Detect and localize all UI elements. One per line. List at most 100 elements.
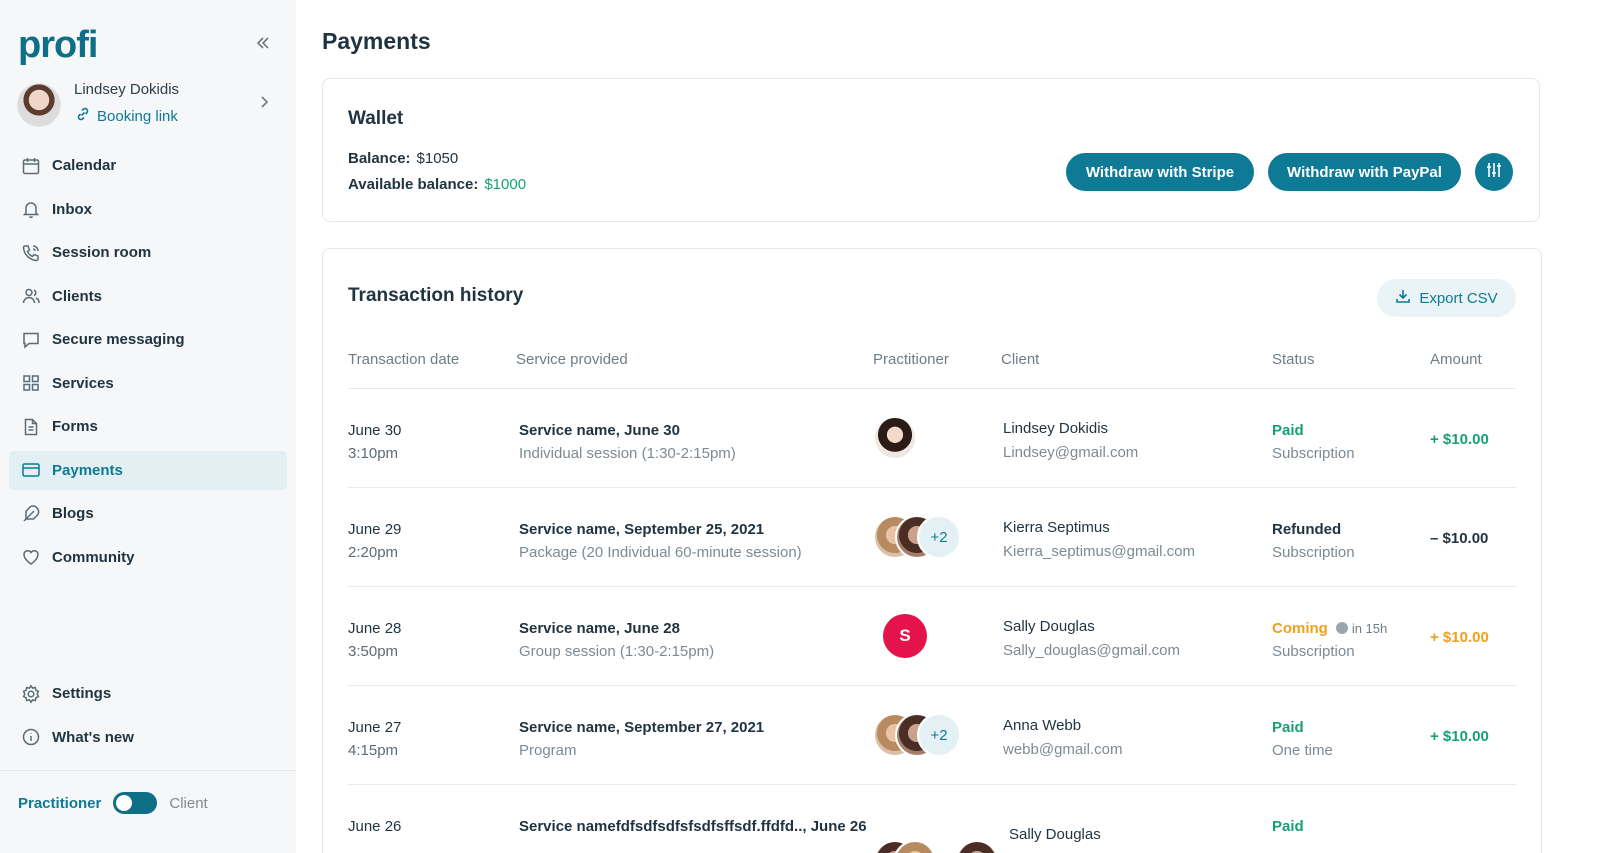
status-type: One time xyxy=(1272,742,1333,759)
role-practitioner-label[interactable]: Practitioner xyxy=(18,795,101,812)
sliders-icon xyxy=(1484,160,1504,185)
export-csv-label: Export CSV xyxy=(1419,289,1498,307)
more-practitioners-badge[interactable]: +2 xyxy=(917,515,961,559)
service-name: Service name, June 30 xyxy=(519,422,680,439)
wallet-settings-button[interactable] xyxy=(1475,153,1513,191)
sidebar-item-services[interactable]: Services xyxy=(9,364,287,403)
status-cell: Paid One time xyxy=(1272,716,1333,762)
wallet-card: Wallet Balance: $1050 Available balance: $… xyxy=(322,78,1540,222)
table-row[interactable]: June 29 2:20pm Service name, September 25… xyxy=(323,488,1543,587)
column-header-amount[interactable]: Amount xyxy=(1430,351,1482,368)
status-type: Subscription xyxy=(1272,643,1355,660)
bell-icon xyxy=(21,199,41,219)
sidebar-item-payments[interactable]: Payments xyxy=(9,450,287,490)
export-csv-button[interactable]: Export CSV xyxy=(1377,279,1516,317)
sidebar-item-label: What's new xyxy=(52,728,134,746)
status-badge: Paid xyxy=(1272,818,1304,835)
service-cell: Service namefdfsdfsdfsfsdfsffsdf.ffdfd..… xyxy=(519,815,867,838)
collapse-sidebar-icon[interactable] xyxy=(253,33,275,55)
date: June 30 xyxy=(348,422,402,439)
avatar-initial: S xyxy=(883,614,927,658)
withdraw-paypal-button[interactable]: Withdraw with PayPal xyxy=(1268,153,1461,191)
sidebar-item-inbox[interactable]: Inbox xyxy=(9,190,287,229)
heart-icon xyxy=(21,547,41,567)
sidebar-nav: Calendar Inbox Session room Clients Secu… xyxy=(9,146,287,581)
transaction-history-title: Transaction history xyxy=(348,285,524,306)
role-switch[interactable] xyxy=(113,792,158,814)
table-row[interactable]: June 30 3:10pm Service name, June 30 Indiv… xyxy=(323,389,1543,488)
table-row[interactable]: June 28 3:50pm Service name, June 28 Group… xyxy=(323,587,1543,686)
withdraw-stripe-button[interactable]: Withdraw with Stripe xyxy=(1066,153,1254,191)
gear-icon xyxy=(21,683,41,704)
client-name: Sally Douglas xyxy=(1009,826,1101,843)
service-cell: Service name, June 30 Individual session … xyxy=(519,419,736,465)
profile-card[interactable]: Lindsey Dokidis Booking link xyxy=(17,81,279,129)
sidebar-item-whats-new[interactable]: What's new xyxy=(9,718,287,757)
info-icon xyxy=(21,727,41,747)
column-header-practitioner[interactable]: Practitioner xyxy=(873,351,949,368)
transaction-date: June 29 2:20pm xyxy=(348,518,401,564)
balance-line: Balance: $1050 xyxy=(348,150,458,167)
sidebar-item-forms[interactable]: Forms xyxy=(9,407,287,446)
sidebar-item-settings[interactable]: Settings xyxy=(9,674,287,713)
sidebar-item-session-room[interactable]: Session room xyxy=(9,233,287,272)
service-cell: Service name, September 27, 2021 Program xyxy=(519,716,764,762)
available-balance-label: Available balance: xyxy=(348,176,479,193)
date: June 26 xyxy=(348,818,402,835)
more-practitioners-badge[interactable]: +2 xyxy=(917,713,961,757)
client-name: Lindsey Dokidis xyxy=(1003,420,1109,437)
status-badge: Paid xyxy=(1272,422,1304,439)
sidebar-item-label: Clients xyxy=(52,287,103,305)
profi-logo[interactable]: profi xyxy=(18,26,98,64)
practitioner-cell: S xyxy=(873,614,983,660)
client-cell: Lindsey Dokidis Lindsey@gmail.com xyxy=(1003,417,1138,465)
booking-link[interactable]: Booking link xyxy=(75,106,178,126)
client-email: webb@gmail.com xyxy=(1003,741,1123,758)
transaction-date: June 26 xyxy=(348,815,401,838)
service-detail: Individual session (1:30-2:15pm) xyxy=(519,445,736,462)
table-row[interactable]: June 27 4:15pm Service name, September 27… xyxy=(323,686,1543,785)
avatar xyxy=(873,416,917,460)
practitioner-cell: +2 xyxy=(873,515,983,561)
switch-knob xyxy=(116,795,133,811)
client-name: Anna Webb xyxy=(1003,717,1082,734)
client-cell: Sally Douglas xyxy=(1009,823,1101,847)
sidebar-item-community[interactable]: Community xyxy=(9,538,287,577)
sidebar-item-blogs[interactable]: Blogs xyxy=(9,494,287,533)
sidebar-item-label: Secure messaging xyxy=(52,331,185,348)
document-icon xyxy=(21,417,41,437)
status-cell: Coming in 15h Subscription xyxy=(1272,617,1387,663)
client-email: Kierra_septimus@gmail.com xyxy=(1003,543,1195,560)
practitioner-cell: +2 xyxy=(873,713,983,759)
chevron-right-icon[interactable] xyxy=(259,95,269,114)
client-cell: Sally Douglas Sally_douglas@gmail.com xyxy=(1003,615,1180,663)
sidebar-item-label: Forms xyxy=(52,418,98,435)
transaction-history-card: Transaction history Export CSV Transacti… xyxy=(322,248,1542,853)
table-row[interactable]: June 26 Service namefdfsdfsdfsfsdfsffsdf… xyxy=(323,785,1543,853)
sidebar-item-secure-messaging[interactable]: Secure messaging xyxy=(9,320,287,359)
column-header-date[interactable]: Transaction date xyxy=(348,351,459,368)
sidebar-item-label: Inbox xyxy=(52,200,92,218)
column-header-status[interactable]: Status xyxy=(1272,351,1315,368)
eta: in 15h xyxy=(1335,621,1387,636)
sidebar-item-calendar[interactable]: Calendar xyxy=(9,146,287,185)
column-header-client[interactable]: Client xyxy=(1001,351,1039,368)
grid-icon xyxy=(21,373,41,393)
sidebar-item-clients[interactable]: Clients xyxy=(9,277,287,316)
client-email: Sally_douglas@gmail.com xyxy=(1003,642,1180,659)
sidebar-bottom-nav: Settings What's new xyxy=(9,674,287,761)
sidebar-item-label: Settings xyxy=(52,685,112,702)
amount: – $10.00 xyxy=(1430,530,1489,547)
status-type: Subscription xyxy=(1272,445,1355,462)
card-icon xyxy=(21,460,41,480)
service-cell: Service name, September 25, 2021 Package … xyxy=(519,518,802,564)
role-client-label[interactable]: Client xyxy=(169,795,207,812)
sidebar-item-label: Calendar xyxy=(52,157,117,174)
column-header-service[interactable]: Service provided xyxy=(516,351,628,368)
users-icon xyxy=(21,286,41,306)
sidebar-item-label: Community xyxy=(52,548,135,566)
sidebar: profi Lindsey Dokidis Booking link Calen… xyxy=(0,0,296,853)
sidebar-item-label: Blogs xyxy=(52,505,94,522)
status-type: Subscription xyxy=(1272,544,1355,561)
divider xyxy=(0,770,296,771)
